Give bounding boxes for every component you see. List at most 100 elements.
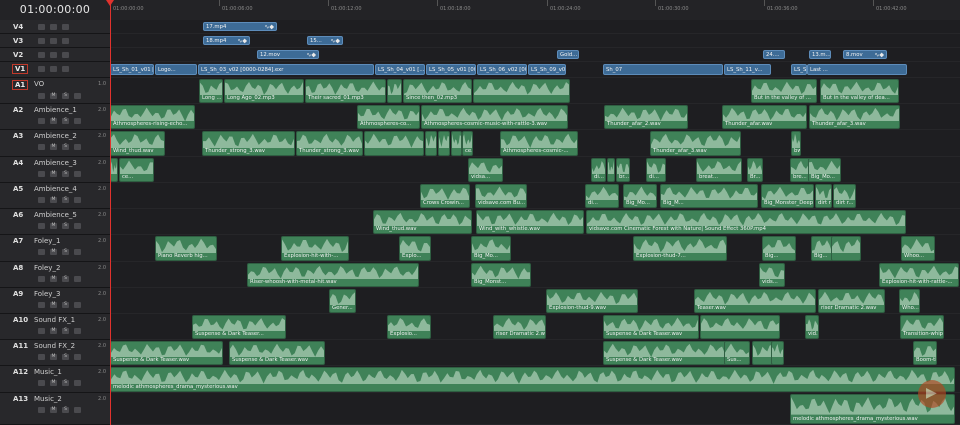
audio-clip[interactable]: Athmospheres-cosmic-music-with-rattle-3.… <box>421 105 568 129</box>
audio-clip[interactable]: Big_Mo... <box>471 236 511 261</box>
audio-clip[interactable]: Who... <box>899 289 920 313</box>
lock-icon[interactable] <box>38 407 45 413</box>
audio-clip[interactable]: Long ... <box>199 79 223 103</box>
audio-clip[interactable]: Wind_with_whistle.wav <box>476 210 584 234</box>
lock-icon[interactable] <box>38 354 45 360</box>
audio-clip[interactable]: Explosion-hit-with-... <box>281 236 349 261</box>
audio-clip[interactable]: Boom-thu... <box>913 341 937 365</box>
mute-icon[interactable]: M <box>50 380 57 386</box>
lock-icon[interactable] <box>38 118 45 124</box>
lock-icon[interactable] <box>38 66 45 72</box>
timeline-ruler[interactable]: 01:00:00:00 01:00:06:00 01:00:12:00 01:00:1… <box>110 0 960 21</box>
track-header-a13[interactable]: A13 Music_2 2.0 M S <box>0 393 110 425</box>
track-header-a6[interactable]: A6 Ambience_5 2.0 M S <box>0 209 110 235</box>
eye-icon[interactable] <box>74 302 81 308</box>
solo-icon[interactable]: S <box>62 118 69 124</box>
audio-clip[interactable] <box>752 341 773 365</box>
mute-icon[interactable]: M <box>50 249 57 255</box>
eye-icon[interactable] <box>74 223 81 229</box>
audio-clip[interactable]: vidsave.com Bu... <box>475 184 527 208</box>
mute-icon[interactable]: M <box>50 144 57 150</box>
audio-clip[interactable]: riser Dramatic 2.wav <box>818 289 885 313</box>
playhead-handle[interactable] <box>106 0 114 6</box>
audio-clip[interactable]: Long Ago_02.mp3 <box>224 79 304 103</box>
audio-clip[interactable]: di... <box>591 158 606 182</box>
audio-clip[interactable]: Thunder_afar_2.wav <box>604 105 688 129</box>
audio-clip[interactable]: Big... <box>762 236 796 261</box>
audio-clip[interactable] <box>607 158 615 182</box>
eye-icon[interactable] <box>74 118 81 124</box>
mute-icon[interactable]: M <box>50 118 57 124</box>
track-header-a12[interactable]: A12 Music_1 2.0 M S <box>0 366 110 393</box>
solo-icon[interactable]: S <box>62 354 69 360</box>
eye-icon[interactable] <box>50 38 57 44</box>
lock-icon[interactable] <box>38 249 45 255</box>
audio-clip[interactable] <box>451 131 462 156</box>
lock-icon[interactable] <box>38 52 45 58</box>
track-header-v2[interactable]: V2 <box>0 48 110 62</box>
audio-clip[interactable]: Sus... <box>724 341 750 365</box>
track-header-v3[interactable]: V3 <box>0 34 110 48</box>
track-header-v4[interactable]: V4 <box>0 20 110 34</box>
video-clip[interactable]: 15... ∿◆ <box>307 36 343 45</box>
video-clip[interactable]: LS_Sh_03_v02 [0000-0284].exr <box>198 64 374 75</box>
audio-clip[interactable]: Athmospheres-co... <box>357 105 420 129</box>
audio-clip[interactable]: vidsa... <box>468 158 503 182</box>
video-clip[interactable]: LS_Sh_01_v01 [... <box>110 64 154 75</box>
audio-clip[interactable]: Thunder_strong_3.wav <box>202 131 295 156</box>
audio-clip[interactable]: Big_M... <box>660 184 758 208</box>
video-clip[interactable]: LS_Sh_13_v01 [0000-0121]... <box>791 64 807 75</box>
audio-clip[interactable]: Thunder_afar.wav <box>722 105 807 129</box>
audio-clip[interactable]: vids... <box>759 263 785 287</box>
video-clip[interactable]: 8.mov ∿◆ <box>843 50 887 59</box>
audio-clip[interactable]: Riser-whoosh-with-metal-hit.wav <box>247 263 419 287</box>
eye-icon[interactable] <box>74 144 81 150</box>
lock-icon[interactable] <box>38 144 45 150</box>
toggle-icon[interactable] <box>62 24 69 30</box>
audio-clip[interactable] <box>110 158 118 182</box>
track-header-a10[interactable]: A10 Sound FX_1 2.0 M S <box>0 314 110 340</box>
lock-icon[interactable] <box>38 302 45 308</box>
audio-clip[interactable]: Wind_thud.wav <box>373 210 472 234</box>
audio-clip[interactable]: vid... <box>805 315 819 339</box>
solo-icon[interactable]: S <box>62 197 69 203</box>
video-clip[interactable]: Logo... <box>155 64 197 75</box>
audio-clip[interactable]: dirt r... <box>833 184 856 208</box>
audio-clip[interactable]: Explosion-thud-7... <box>633 236 727 261</box>
audio-clip[interactable] <box>438 131 450 156</box>
eye-icon[interactable] <box>74 407 81 413</box>
mute-icon[interactable]: M <box>50 302 57 308</box>
solo-icon[interactable]: S <box>62 144 69 150</box>
eye-icon[interactable] <box>74 197 81 203</box>
mute-icon[interactable]: M <box>50 276 57 282</box>
mute-icon[interactable]: M <box>50 197 57 203</box>
audio-clip[interactable]: Transition-whip... <box>900 315 944 339</box>
audio-clip[interactable]: Explosion-thud-9.wav <box>546 289 638 313</box>
audio-clip[interactable]: melodic athmospheres_drama_mysterious.wa… <box>110 367 955 392</box>
audio-clip[interactable]: Big_Mo... <box>623 184 657 208</box>
lock-icon[interactable] <box>38 380 45 386</box>
track-header-a11[interactable]: A11 Sound FX_2 2.0 M S <box>0 340 110 366</box>
lock-icon[interactable] <box>38 93 45 99</box>
lock-icon[interactable] <box>38 328 45 334</box>
video-clip[interactable]: LS_Sh_05_v01 [000... <box>426 64 476 75</box>
eye-icon[interactable] <box>74 354 81 360</box>
audio-clip[interactable]: Big_Monster_Deep_Low_... <box>761 184 814 208</box>
lock-icon[interactable] <box>38 197 45 203</box>
playhead-line[interactable] <box>110 0 111 425</box>
toggle-icon[interactable] <box>62 52 69 58</box>
lock-icon[interactable] <box>38 38 45 44</box>
mute-icon[interactable]: M <box>50 93 57 99</box>
audio-clip[interactable]: But in the valley of ... <box>751 79 817 103</box>
track-header-a2[interactable]: A2 Ambience_1 2.0 M S <box>0 104 110 130</box>
toggle-icon[interactable] <box>62 38 69 44</box>
audio-clip[interactable] <box>473 79 570 103</box>
audio-clip[interactable]: Whoo... <box>901 236 935 261</box>
solo-icon[interactable]: S <box>62 380 69 386</box>
audio-clip[interactable]: Suspense & Dark Teaser.wav <box>229 341 325 365</box>
eye-icon[interactable] <box>74 328 81 334</box>
audio-clip[interactable]: Crows Crowin... <box>420 184 470 208</box>
timecode-display[interactable]: 01:00:00:00 <box>0 0 110 21</box>
audio-clip[interactable]: Suspense & Dark Teaser.wav <box>603 315 699 339</box>
track-header-a7[interactable]: A7 Foley_1 2.0 M S <box>0 235 110 262</box>
